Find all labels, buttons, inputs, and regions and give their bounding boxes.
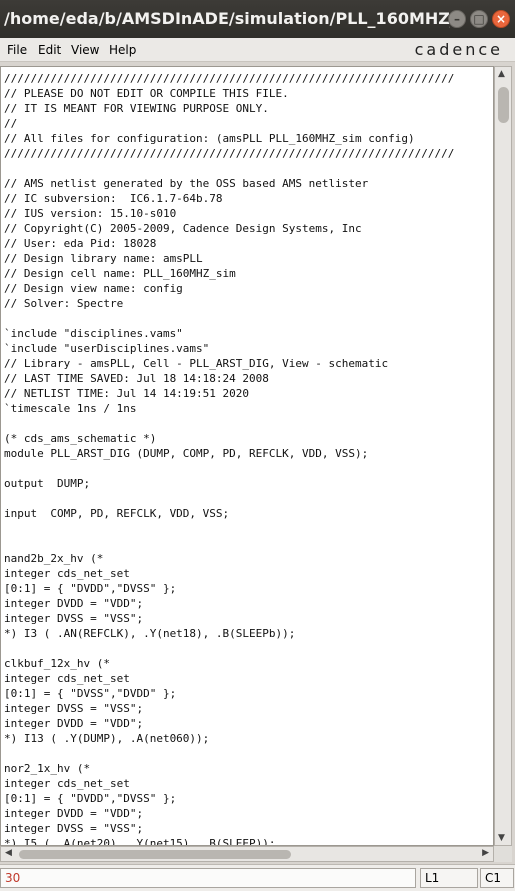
code-line: // Copyright(C) 2005-2009, Cadence Desig… [4,222,362,235]
code-line: // Design library name: amsPLL [4,252,203,265]
code-line: integer cds_net_set [4,567,130,580]
code-line: *) I13 ( .Y(DUMP), .A(net060)); [4,732,210,745]
code-line: [0:1] = { "DVSS","DVDD" }; [4,687,177,700]
line-indicator: L1 [420,868,478,888]
scroll-left-icon[interactable]: ◀ [5,848,12,858]
code-line: *) I5 ( .A(net20), .Y(net15), .B(SLEEP))… [4,837,276,846]
code-line: // Design cell name: PLL_160MHZ_sim [4,267,236,280]
column-indicator: C1 [480,868,514,888]
code-line: integer DVDD = "VDD"; [4,717,144,730]
code-line: [0:1] = { "DVDD","DVSS" }; [4,582,177,595]
code-line: `timescale 1ns / 1ns [4,402,137,415]
maximize-icon[interactable]: □ [470,10,488,28]
code-line: (* cds_ams_schematic *) [4,432,157,445]
code-line: // [4,117,18,130]
menu-help[interactable]: Help [109,38,136,62]
code-line: integer cds_net_set [4,672,130,685]
code-line: integer DVSS = "VSS"; [4,702,144,715]
code-line: // Library - amsPLL, Cell - PLL_ARST_DIG… [4,357,389,370]
scroll-up-icon[interactable]: ▲ [498,69,505,79]
minimize-icon[interactable]: – [448,10,466,28]
code-line: // NETLIST TIME: Jul 14 14:19:51 2020 [4,387,250,400]
vertical-scroll-thumb[interactable] [498,87,509,123]
code-line: module PLL_ARST_DIG (DUMP, COMP, PD, REF… [4,447,369,460]
command-field[interactable]: 30 [0,868,416,888]
netlist-text-view[interactable]: ////////////////////////////////////////… [0,66,494,846]
code-line: // IUS version: 15.10-s010 [4,207,177,220]
netlist-text: ////////////////////////////////////////… [1,67,493,846]
code-line: // IC subversion: IC6.1.7-64b.78 [4,192,223,205]
cadence-logo: cadence [414,40,503,59]
code-line: `include "userDisciplines.vams" [4,342,210,355]
code-line: integer DVSS = "VSS"; [4,822,144,835]
code-line: input COMP, PD, REFCLK, VDD, VSS; [4,507,230,520]
code-line: nor2_1x_hv (* [4,762,91,775]
code-line: // IT IS MEANT FOR VIEWING PURPOSE ONLY. [4,102,269,115]
scroll-down-icon[interactable]: ▼ [498,833,505,843]
code-line: // PLEASE DO NOT EDIT OR COMPILE THIS FI… [4,87,289,100]
window-title: /home/eda/b/AMSDInADE/simulation/PLL_160… [4,9,450,28]
code-line: integer DVSS = "VSS"; [4,612,144,625]
horizontal-scroll-thumb[interactable] [19,850,291,859]
code-line: // LAST TIME SAVED: Jul 18 14:18:24 2008 [4,372,269,385]
menubar: File Edit View Help cadence [0,38,515,62]
code-line: // Solver: Spectre [4,297,124,310]
code-line: `include "disciplines.vams" [4,327,183,340]
status-bar: 30 L1 C1 [0,864,515,891]
horizontal-scrollbar[interactable]: ◀ ▶ [0,846,494,862]
code-line: // User: eda Pid: 18028 [4,237,157,250]
code-line: clkbuf_12x_hv (* [4,657,110,670]
close-icon[interactable]: × [492,10,510,28]
code-line: *) I3 ( .AN(REFCLK), .Y(net18), .B(SLEEP… [4,627,296,640]
scrollbar-corner [494,846,512,862]
vertical-scrollbar[interactable]: ▲ ▼ [494,66,512,846]
menu-view[interactable]: View [71,38,99,62]
code-line: [0:1] = { "DVDD","DVSS" }; [4,792,177,805]
code-line: // Design view name: config [4,282,183,295]
code-line: integer cds_net_set [4,777,130,790]
window-titlebar: /home/eda/b/AMSDInADE/simulation/PLL_160… [0,0,515,38]
code-line: // All files for configuration: (amsPLL … [4,132,415,145]
code-line: output DUMP; [4,477,91,490]
code-line: nand2b_2x_hv (* [4,552,104,565]
menu-edit[interactable]: Edit [38,38,61,62]
menu-file[interactable]: File [7,38,27,62]
code-line: integer DVDD = "VDD"; [4,807,144,820]
code-line: // AMS netlist generated by the OSS base… [4,177,369,190]
scroll-right-icon[interactable]: ▶ [482,848,489,858]
code-line: ////////////////////////////////////////… [4,72,455,85]
code-line: integer DVDD = "VDD"; [4,597,144,610]
code-line: ////////////////////////////////////////… [4,147,455,160]
